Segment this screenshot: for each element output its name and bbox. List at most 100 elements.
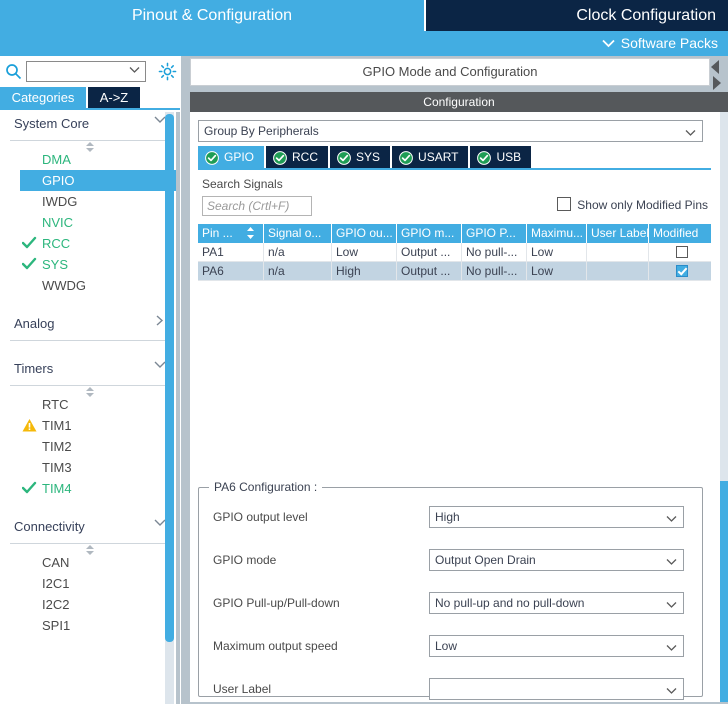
- peripheral-tab-label: GPIO: [224, 150, 255, 164]
- pin-table-column-header[interactable]: Pin ...: [198, 224, 264, 243]
- pin-table-cell: Low: [332, 243, 397, 262]
- chevron-down-icon: [685, 124, 696, 144]
- check-circle-icon: [205, 150, 219, 165]
- pin-config-field-dropdown[interactable]: High: [429, 506, 684, 528]
- sidebar-search-input[interactable]: [26, 61, 146, 82]
- pin-table-row[interactable]: PA1 n/a Low Output ... No pull-... Low: [198, 243, 711, 262]
- sidebar-item-tim3[interactable]: TIM3: [0, 457, 180, 478]
- pin-table-cell: n/a: [264, 243, 332, 262]
- show-only-modified-pins-checkbox[interactable]: Show only Modified Pins: [557, 196, 708, 214]
- pin-config-field-dropdown[interactable]: [429, 678, 684, 700]
- gpio-mode-title-label: GPIO Mode and Configuration: [362, 64, 538, 79]
- modified-checkbox[interactable]: [676, 265, 688, 277]
- sidebar-group-timers[interactable]: Timers: [10, 355, 170, 386]
- panel-collapse-arrows[interactable]: [705, 58, 727, 92]
- sidebar-group-label: Timers: [14, 361, 54, 376]
- configuration-scrollbar-thumb[interactable]: [720, 481, 728, 702]
- search-signals-placeholder: Search (Crtl+F): [207, 199, 290, 213]
- check-icon: [21, 481, 37, 496]
- pin-table-column-header[interactable]: GPIO m...: [397, 224, 462, 243]
- pin-table-column-header[interactable]: User Label: [587, 224, 649, 243]
- sidebar-item-rtc[interactable]: RTC: [0, 394, 180, 415]
- show-only-modified-pins-label: Show only Modified Pins: [577, 198, 708, 212]
- tab-pinout-configuration[interactable]: Pinout & Configuration: [0, 0, 424, 31]
- pin-config-row: GPIO Pull-up/Pull-down No pull-up and no …: [199, 592, 702, 618]
- sidebar-tab-a-to-z-label: A->Z: [99, 90, 129, 105]
- sidebar-group-grip[interactable]: [0, 544, 180, 555]
- sidebar-tab-bar: Categories A->Z: [0, 87, 180, 109]
- pin-table[interactable]: Pin ... Signal o... GPIO ou... GPIO m... GPI…: [198, 224, 711, 281]
- gpio-mode-title: GPIO Mode and Configuration: [190, 58, 710, 86]
- sidebar-item-i2c1[interactable]: I2C1: [0, 573, 180, 594]
- search-icon[interactable]: [5, 63, 22, 80]
- search-signals-label: Search Signals: [202, 177, 283, 191]
- group-by-dropdown[interactable]: Group By Peripherals: [198, 120, 703, 142]
- check-circle-icon: [273, 150, 287, 165]
- modified-checkbox[interactable]: [676, 246, 688, 258]
- sidebar-item-rcc[interactable]: RCC: [0, 233, 180, 254]
- pin-config-field-value: No pull-up and no pull-down: [435, 596, 585, 610]
- pin-table-column-header[interactable]: Maximu...: [527, 224, 587, 243]
- sidebar-item-tim4[interactable]: TIM4: [0, 478, 180, 499]
- sidebar-item-label: TIM2: [42, 439, 72, 454]
- check-icon: [21, 257, 37, 272]
- pin-table-column-header[interactable]: Modified: [649, 224, 711, 243]
- sidebar-panel-divider[interactable]: [176, 112, 180, 704]
- pin-config-field-dropdown[interactable]: Output Open Drain: [429, 549, 684, 571]
- sidebar-search-row: [0, 58, 180, 86]
- sidebar-item-wwdg[interactable]: WWDG: [0, 275, 180, 296]
- sidebar-item-i2c2[interactable]: I2C2: [0, 594, 180, 615]
- chevron-down-icon: [666, 510, 677, 530]
- sidebar-item-gpio[interactable]: GPIO: [20, 170, 176, 191]
- sidebar-item-label: RTC: [42, 397, 69, 412]
- pin-table-modified-cell[interactable]: [649, 262, 711, 281]
- check-icon: [21, 236, 37, 251]
- peripheral-tab-sys[interactable]: SYS: [330, 146, 391, 168]
- peripheral-tab-bar[interactable]: GPIO RCC SYS USART USB: [198, 146, 533, 168]
- sidebar-item-tim1[interactable]: TIM1: [0, 415, 180, 436]
- sidebar-item-sys[interactable]: SYS: [0, 254, 180, 275]
- sidebar-item-nvic[interactable]: NVIC: [0, 212, 180, 233]
- sidebar-item-tim2[interactable]: TIM2: [0, 436, 180, 457]
- pin-config-field-dropdown[interactable]: Low: [429, 635, 684, 657]
- sidebar-item-spi1[interactable]: SPI1: [0, 615, 180, 636]
- pin-table-row[interactable]: PA6 n/a High Output ... No pull-... Low: [198, 262, 711, 281]
- peripheral-tab-rcc[interactable]: RCC: [266, 146, 329, 168]
- pin-table-cell: Low: [527, 243, 587, 262]
- peripheral-tab-usb[interactable]: USB: [470, 146, 532, 168]
- sidebar-group-analog[interactable]: Analog: [10, 310, 170, 341]
- sidebar-group-grip[interactable]: [0, 386, 180, 397]
- chevron-down-icon: [666, 682, 677, 702]
- pin-config-field-label: User Label: [213, 682, 272, 696]
- peripheral-tab-label: SYS: [356, 150, 381, 164]
- sidebar-category-list[interactable]: System Core DMA GPIO IWDG NVIC RCC SYS WWDG Anal…: [0, 110, 180, 704]
- sidebar-group-grip[interactable]: [0, 141, 180, 152]
- pin-table-column-header[interactable]: Signal o...: [264, 224, 332, 243]
- software-packs-menu[interactable]: Software Packs: [602, 33, 718, 53]
- sidebar-group-system-core[interactable]: System Core: [10, 110, 170, 141]
- sidebar-scrollbar-thumb[interactable]: [165, 114, 174, 642]
- pin-table-column-header[interactable]: GPIO ou...: [332, 224, 397, 243]
- pin-config-field-label: GPIO Pull-up/Pull-down: [213, 596, 340, 610]
- pin-table-cell: Low: [527, 262, 587, 281]
- search-signals-input[interactable]: Search (Crtl+F): [202, 196, 312, 216]
- pin-table-cell: High: [332, 262, 397, 281]
- peripheral-tab-gpio[interactable]: GPIO: [198, 146, 265, 168]
- check-circle-icon: [337, 150, 351, 165]
- sidebar-item-iwdg[interactable]: IWDG: [0, 191, 180, 212]
- pin-table-cell: PA6: [198, 262, 264, 281]
- pin-table-column-header[interactable]: GPIO P...: [462, 224, 527, 243]
- sidebar-tab-categories[interactable]: Categories: [0, 87, 86, 109]
- sidebar-item-dma[interactable]: DMA: [0, 149, 180, 170]
- gear-icon[interactable]: [158, 62, 177, 81]
- sidebar-item-can[interactable]: CAN: [0, 552, 180, 573]
- pin-config-field-dropdown[interactable]: No pull-up and no pull-down: [429, 592, 684, 614]
- sidebar-group-connectivity[interactable]: Connectivity: [10, 513, 170, 544]
- pin-table-cell: [587, 262, 649, 281]
- tab-clock-configuration[interactable]: Clock Configuration: [426, 0, 728, 31]
- pin-table-modified-cell[interactable]: [649, 243, 711, 262]
- sidebar-item-label: DMA: [42, 152, 71, 167]
- sidebar-tab-a-to-z[interactable]: A->Z: [88, 87, 140, 109]
- sidebar-item-label: RCC: [42, 236, 71, 251]
- peripheral-tab-usart[interactable]: USART: [392, 146, 469, 168]
